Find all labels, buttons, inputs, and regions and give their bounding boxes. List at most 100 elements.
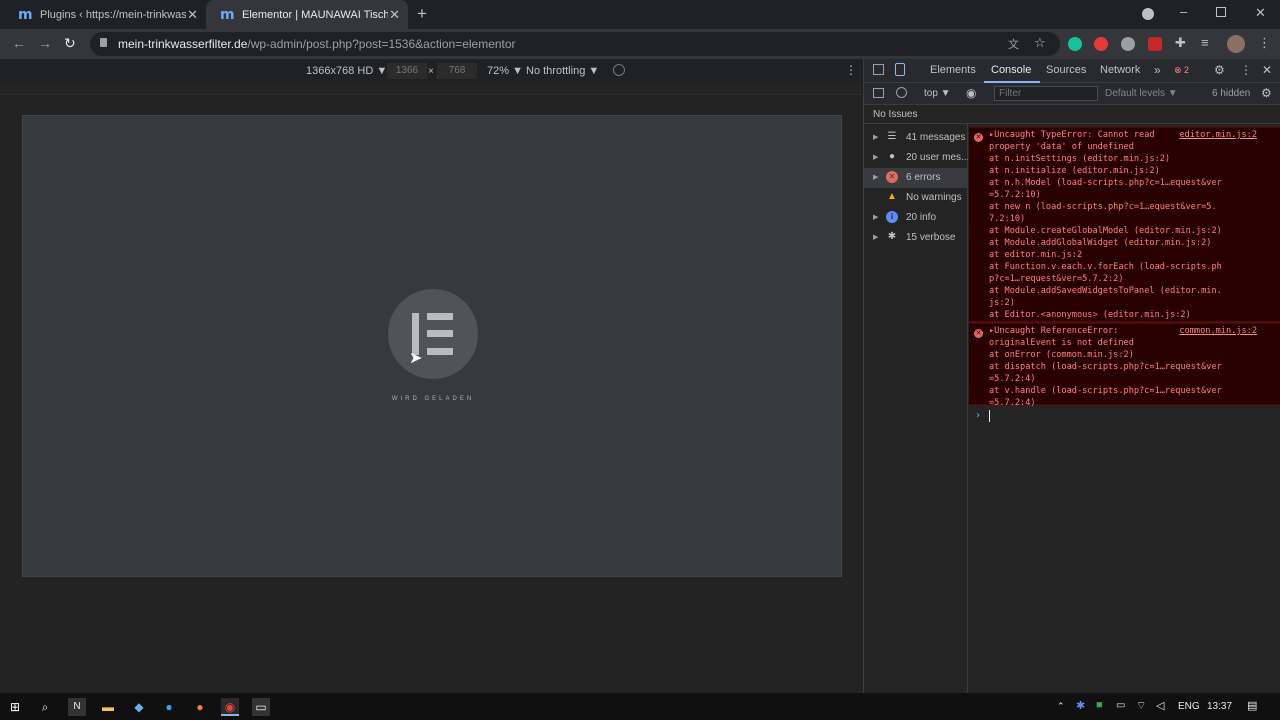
tab-network[interactable]: Network xyxy=(1100,64,1140,76)
sidebar-item-errors[interactable]: ▶ ✕ 6 errors xyxy=(864,168,968,188)
sidebar-toggle-icon[interactable] xyxy=(873,88,884,98)
adblock-extension-icon[interactable] xyxy=(1094,37,1108,51)
edge-browser-icon[interactable]: ● xyxy=(160,698,178,716)
stack-trace-line: p?c=1…request&ver=5.7.2:2) xyxy=(989,274,1124,284)
close-tab-icon[interactable]: ✕ xyxy=(389,7,400,23)
user-icon: ● xyxy=(888,151,896,162)
stack-trace-line: at Module.addSavedWidgetsToPanel (editor… xyxy=(989,286,1222,296)
sidebar-item-user-messages[interactable]: ▶ ● 20 user mes... xyxy=(864,148,968,168)
bookmark-star-icon[interactable]: ☆ xyxy=(1034,35,1046,51)
console-input[interactable] xyxy=(989,410,990,422)
viewport-height-input[interactable]: 768 xyxy=(437,63,477,79)
error-count-badge[interactable]: ⊗ 2 xyxy=(1174,65,1189,76)
tray-app-icon[interactable]: ■ xyxy=(1096,699,1103,711)
gear-extension-icon[interactable] xyxy=(1121,37,1135,51)
error-source-link[interactable]: editor.min.js:2 xyxy=(1179,130,1257,140)
device-more-icon[interactable]: ⋮ xyxy=(845,63,857,77)
app-icon[interactable]: ▭ xyxy=(252,698,270,716)
settings-gear-icon[interactable]: ⚙ xyxy=(1214,63,1225,77)
stack-trace-line: js:2) xyxy=(989,298,1015,308)
console-error-message[interactable]: ✕ ▸Uncaught TypeError: Cannot read proper… xyxy=(969,127,1280,322)
minimize-icon[interactable]: – xyxy=(1180,4,1187,19)
avatar[interactable] xyxy=(1227,35,1245,53)
lock-icon[interactable] xyxy=(100,38,107,47)
grammarly-extension-icon[interactable] xyxy=(1068,37,1082,51)
file-explorer-icon[interactable]: ▬ xyxy=(99,698,117,716)
reading-list-icon[interactable]: ≡ xyxy=(1201,35,1209,50)
error-icon: ✕ xyxy=(974,133,983,142)
throttling-select[interactable]: No throttling ▼ xyxy=(526,65,599,77)
app-icon[interactable]: ◆ xyxy=(130,698,148,716)
more-menu-icon[interactable]: ⋮ xyxy=(1258,35,1271,51)
device-select[interactable]: 1366x768 HD ▼ xyxy=(306,65,387,77)
stack-trace-line: =5.7.2:4) xyxy=(989,398,1036,408)
search-icon[interactable]: ⌕ xyxy=(36,698,54,716)
stack-trace-line: at Function.v.each.v.forEach (load-scrip… xyxy=(989,262,1222,272)
translate-icon[interactable]: 文 xyxy=(1008,36,1019,52)
app-icon[interactable]: N xyxy=(68,698,86,716)
error-source-link[interactable]: common.min.js:2 xyxy=(1179,326,1257,336)
error-count: 2 xyxy=(1184,65,1190,75)
expand-triangle-icon[interactable]: ▶ xyxy=(873,233,878,241)
zoom-select[interactable]: 72% ▼ xyxy=(487,65,523,77)
tray-app-icon[interactable]: ✱ xyxy=(1076,699,1085,712)
sidebar-item-label: 15 verbose xyxy=(906,232,956,243)
back-icon[interactable]: ← xyxy=(12,35,26,51)
close-devtools-icon[interactable]: ✕ xyxy=(1262,63,1272,77)
tab-elementor[interactable]: m Elementor | MAUNAWAI Tischwasserfilter… xyxy=(206,0,408,29)
clock[interactable]: 13:37 xyxy=(1207,701,1232,712)
notifications-icon[interactable]: ▤ xyxy=(1247,699,1257,712)
expand-triangle-icon[interactable]: ▶ xyxy=(873,153,878,161)
filter-input[interactable] xyxy=(994,86,1098,101)
chrome-icon[interactable]: ◉ xyxy=(221,698,239,716)
device-viewport-area: WIRD GELADEN ➤ xyxy=(0,95,862,693)
bug-icon: ✱ xyxy=(887,231,897,242)
devtools-more-icon[interactable]: ⋮ xyxy=(1240,63,1252,77)
lock-extension-icon[interactable] xyxy=(1148,37,1162,51)
device-toggle-icon[interactable] xyxy=(895,63,905,76)
log-levels-select[interactable]: Default levels ▼ xyxy=(1105,88,1178,99)
sidebar-item-info[interactable]: ▶ i 20 info xyxy=(864,208,968,228)
maximize-icon[interactable] xyxy=(1216,7,1226,17)
reload-icon[interactable]: ↻ xyxy=(64,35,76,52)
firefox-icon[interactable]: ● xyxy=(191,698,209,716)
viewport-width-input[interactable]: 1366 xyxy=(387,63,427,79)
address-bar[interactable]: mein-trinkwasserfilter.de/wp-admin/post.… xyxy=(90,32,1060,56)
more-tabs-icon[interactable]: » xyxy=(1154,63,1161,77)
sidebar-item-messages[interactable]: ▶ ☰ 41 messages xyxy=(864,128,968,148)
sidebar-item-verbose[interactable]: ▶ ✱ 15 verbose xyxy=(864,228,968,248)
expand-triangle-icon[interactable]: ▶ xyxy=(873,173,878,181)
close-tab-icon[interactable]: ✕ xyxy=(187,7,198,23)
stack-trace-line: at new n (load-scripts.php?c=1…equest&ve… xyxy=(989,202,1217,212)
inspect-element-icon[interactable] xyxy=(873,64,884,75)
context-select[interactable]: top ▼ xyxy=(924,88,951,99)
forward-icon[interactable]: → xyxy=(38,35,52,51)
tab-elements[interactable]: Elements xyxy=(930,64,976,76)
page-viewport: WIRD GELADEN ➤ xyxy=(22,115,842,577)
profile-menu-icon[interactable] xyxy=(1142,8,1154,20)
eye-icon[interactable]: ◉ xyxy=(966,86,976,100)
tray-expand-icon[interactable]: ⌃ xyxy=(1057,701,1065,712)
console-settings-icon[interactable]: ⚙ xyxy=(1261,86,1272,100)
expand-triangle-icon[interactable]: ▶ xyxy=(873,213,878,221)
error-icon: ✕ xyxy=(886,171,898,183)
extensions-puzzle-icon[interactable]: ✚ xyxy=(1175,35,1186,51)
error-headline: ▸Uncaught TypeError: Cannot read xyxy=(989,130,1155,140)
sidebar-item-warnings[interactable]: ▲ No warnings xyxy=(864,188,968,208)
volume-icon[interactable]: ◁ xyxy=(1156,699,1164,712)
new-tab-icon[interactable]: + xyxy=(417,4,427,24)
tab-console[interactable]: Console xyxy=(991,64,1031,76)
clear-console-icon[interactable] xyxy=(896,87,907,98)
language-indicator[interactable]: ENG xyxy=(1178,701,1200,712)
issues-text[interactable]: No Issues xyxy=(873,109,917,120)
tab-plugins[interactable]: m Plugins ‹ https://mein-trinkwasserfilt… xyxy=(4,0,206,29)
battery-icon[interactable]: ▭ xyxy=(1116,700,1125,711)
wifi-icon[interactable]: ⌔ xyxy=(1136,699,1146,713)
rotate-icon[interactable] xyxy=(613,64,625,76)
expand-triangle-icon[interactable]: ▶ xyxy=(873,133,878,141)
tab-sources[interactable]: Sources xyxy=(1046,64,1086,76)
stack-trace-line: at onError (common.min.js:2) xyxy=(989,350,1134,360)
console-error-message[interactable]: ✕ ▸Uncaught ReferenceError: originalEvent… xyxy=(969,323,1280,408)
windows-start-icon[interactable]: ⊞ xyxy=(6,698,24,716)
close-window-icon[interactable]: ✕ xyxy=(1255,5,1266,21)
